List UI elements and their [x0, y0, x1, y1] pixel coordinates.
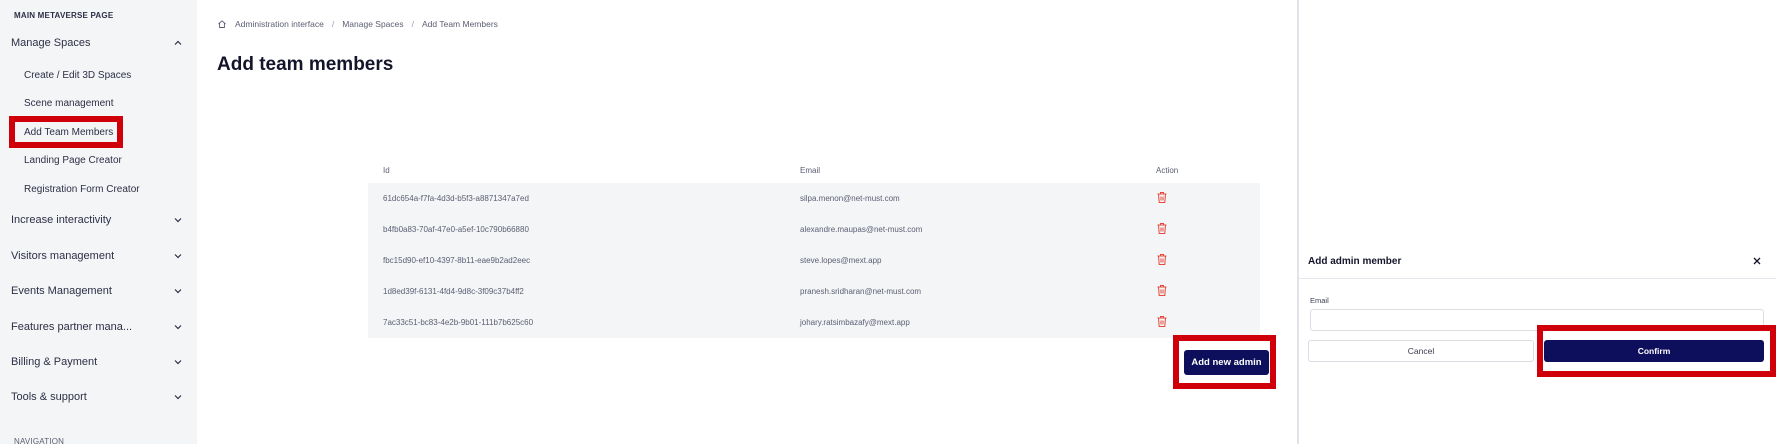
sidebar-item-label: Landing Page Creator: [24, 154, 122, 166]
sidebar-group-visitors-management[interactable]: Visitors management: [11, 247, 183, 265]
table-header: Id Email Action: [368, 157, 1260, 183]
trash-icon[interactable]: [1156, 315, 1168, 328]
row-id: 7ac33c51-bc83-4e2b-9b01-111b7b625c60: [383, 318, 534, 327]
sidebar-group-label: Events Management: [11, 285, 112, 297]
table-row: 61dc654a-f7fa-4d3d-b5f3-a8871347a7ed sil…: [368, 183, 1260, 214]
sidebar-item-scene-management[interactable]: Scene management: [24, 95, 114, 111]
home-icon[interactable]: [217, 19, 227, 29]
sidebar-item-landing-page-creator[interactable]: Landing Page Creator: [24, 152, 122, 168]
main-content: Administration interface / Manage Spaces…: [197, 0, 1297, 444]
row-id: 1d8ed39f-6131-4fd4-9d8c-3f09c37b4ff2: [383, 287, 524, 296]
row-id: b4fb0a83-70af-47e0-a5ef-10c790b66880: [383, 225, 529, 234]
sidebar: MAIN METAVERSE PAGE Manage Spaces Create…: [0, 0, 197, 446]
table-row: 7ac33c51-bc83-4e2b-9b01-111b7b625c60 joh…: [368, 307, 1260, 338]
row-email: johary.ratsimbazafy@mext.app: [800, 318, 910, 327]
row-email: pranesh.sridharan@net-must.com: [800, 287, 922, 296]
sidebar-group-features-partner[interactable]: Features partner mana...: [11, 318, 183, 336]
sidebar-group-events-management[interactable]: Events Management: [11, 282, 183, 300]
sidebar-group-label: Visitors management: [11, 250, 115, 262]
chevron-down-icon: [173, 215, 183, 225]
table-row: b4fb0a83-70af-47e0-a5ef-10c790b66880 ale…: [368, 214, 1260, 245]
column-header-action: Action: [1156, 165, 1179, 175]
chevron-down-icon: [173, 392, 183, 402]
trash-icon[interactable]: [1156, 253, 1168, 266]
sidebar-group-label: Features partner mana...: [11, 321, 133, 333]
trash-icon[interactable]: [1156, 284, 1168, 297]
row-action: [1156, 191, 1260, 206]
chevron-down-icon: [173, 251, 183, 261]
sidebar-group-label: Billing & Payment: [11, 356, 98, 368]
sidebar-item-label: Create / Edit 3D Spaces: [24, 69, 132, 81]
email-label: Email: [1310, 296, 1329, 305]
row-action: [1156, 315, 1260, 330]
chevron-down-icon: [173, 322, 183, 332]
trash-icon[interactable]: [1156, 191, 1168, 204]
sidebar-group-increase-interactivity[interactable]: Increase interactivity: [11, 211, 183, 229]
breadcrumb-item-manage-spaces[interactable]: Manage Spaces: [342, 19, 403, 29]
sidebar-group-billing-payment[interactable]: Billing & Payment: [11, 353, 183, 371]
row-email: silpa.menon@net-must.com: [800, 194, 900, 203]
chevron-down-icon: [173, 357, 183, 367]
chevron-down-icon: [173, 286, 183, 296]
row-email: alexandre.maupas@net-must.com: [800, 225, 923, 234]
column-header-email: Email: [800, 165, 821, 175]
table-body: 61dc654a-f7fa-4d3d-b5f3-a8871347a7ed sil…: [368, 183, 1260, 338]
row-email: steve.lopes@mext.app: [800, 256, 882, 265]
table-row: 1d8ed39f-6131-4fd4-9d8c-3f09c37b4ff2 pra…: [368, 276, 1260, 307]
trash-icon[interactable]: [1156, 222, 1168, 235]
breadcrumb-item-add-team-members: Add Team Members: [422, 19, 498, 29]
close-icon[interactable]: [1752, 256, 1764, 268]
highlight-confirm: [1537, 325, 1776, 377]
team-members-table: Id Email Action 61dc654a-f7fa-4d3d-b5f3-…: [368, 157, 1260, 338]
table-row: fbc15d90-ef10-4397-8b11-eae9b2ad2eec ste…: [368, 245, 1260, 276]
chevron-up-icon: [173, 38, 183, 48]
sidebar-item-label: Scene management: [24, 97, 114, 109]
sidebar-group-label: Tools & support: [11, 391, 87, 403]
sidebar-section-title: MAIN METAVERSE PAGE: [14, 11, 114, 20]
row-action: [1156, 253, 1260, 268]
highlight-add-team-members: [9, 116, 123, 148]
column-header-id: Id: [383, 165, 390, 175]
sidebar-group-label: Increase interactivity: [11, 214, 112, 226]
panel-separator: [1299, 278, 1776, 279]
highlight-add-new-admin: [1173, 335, 1276, 389]
sidebar-group-manage-spaces[interactable]: Manage Spaces: [11, 34, 183, 52]
breadcrumb-separator: /: [411, 19, 415, 29]
sidebar-group-label: Manage Spaces: [11, 37, 91, 49]
sidebar-item-create-edit-3d-spaces[interactable]: Create / Edit 3D Spaces: [24, 67, 131, 83]
sidebar-item-label: Registration Form Creator: [24, 183, 140, 195]
row-action: [1156, 284, 1260, 299]
row-id: fbc15d90-ef10-4397-8b11-eae9b2ad2eec: [383, 256, 531, 265]
sidebar-item-registration-form-creator[interactable]: Registration Form Creator: [24, 181, 140, 197]
row-action: [1156, 222, 1260, 237]
sidebar-group-tools-support[interactable]: Tools & support: [11, 388, 183, 406]
panel-title: Add admin member: [1308, 256, 1402, 267]
breadcrumb-item-administration[interactable]: Administration interface: [235, 19, 324, 29]
page-title: Add team members: [217, 54, 394, 75]
cancel-button[interactable]: Cancel: [1308, 340, 1534, 362]
breadcrumb-separator: /: [331, 19, 335, 29]
row-id: 61dc654a-f7fa-4d3d-b5f3-a8871347a7ed: [383, 194, 529, 203]
breadcrumb: Administration interface / Manage Spaces…: [217, 19, 498, 29]
sidebar-footer-section: NAVIGATION: [14, 437, 65, 446]
add-admin-panel: Add admin member Email Cancel Confirm: [1299, 0, 1776, 444]
